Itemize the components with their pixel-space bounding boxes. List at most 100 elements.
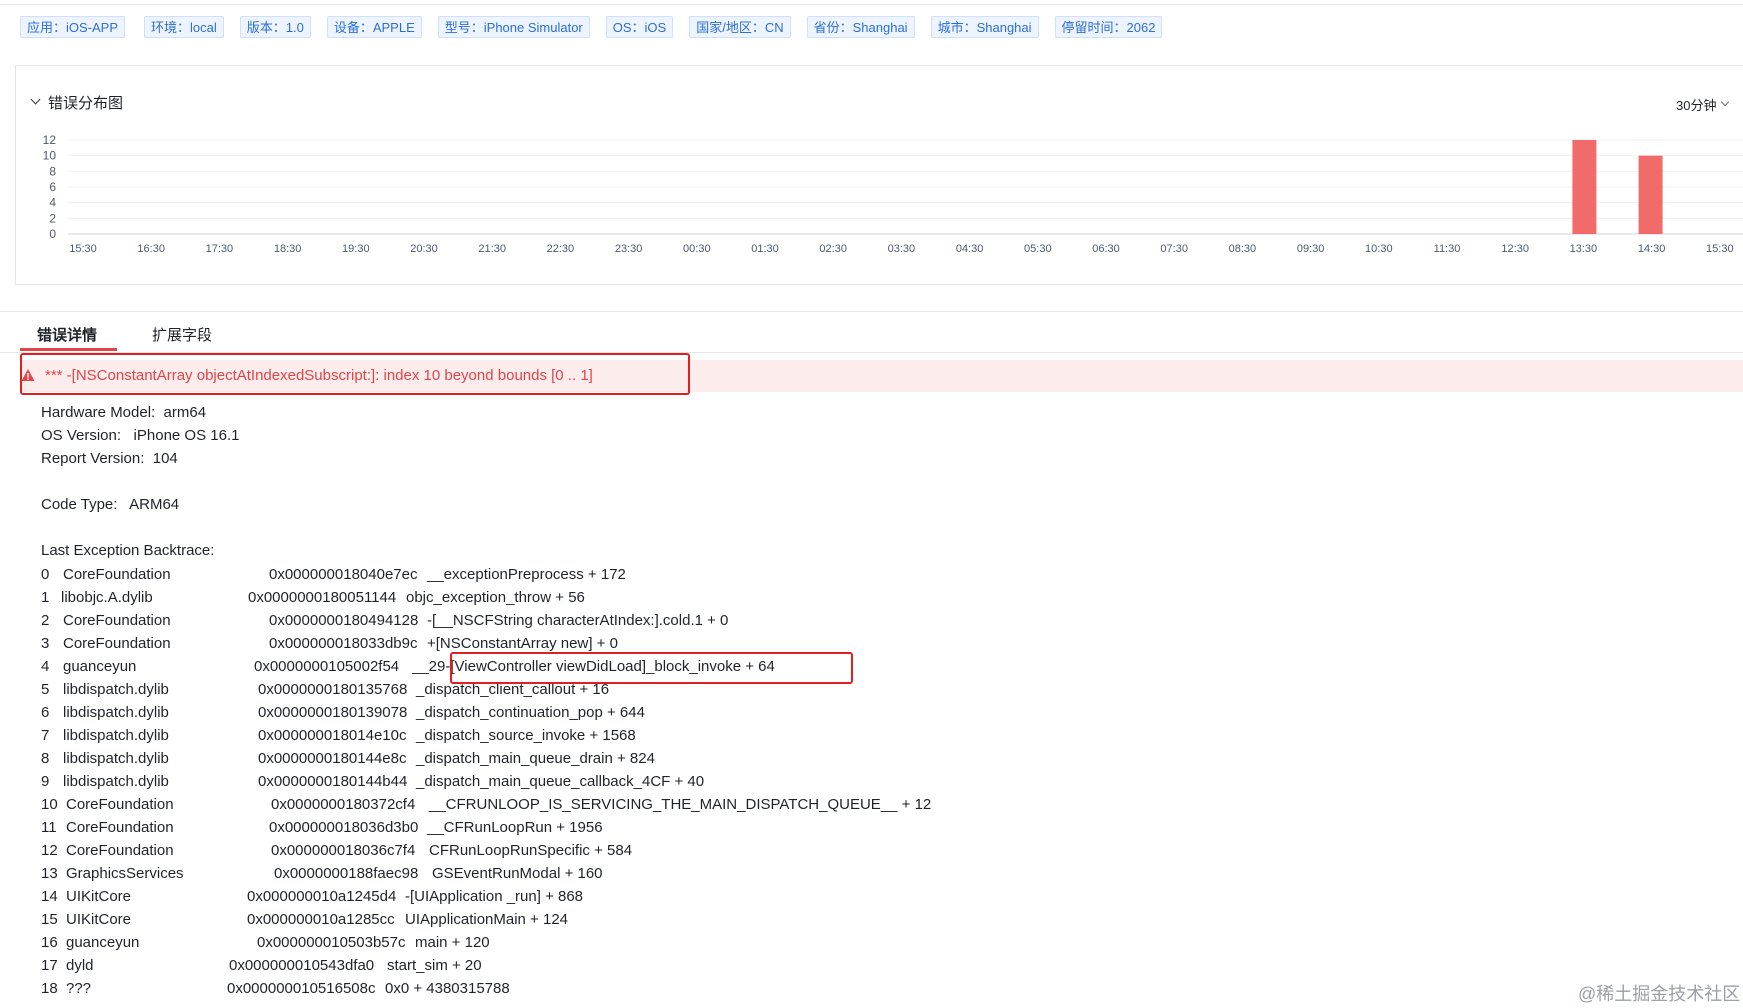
frame-index: 10 xyxy=(41,796,58,813)
x-tick-label: 10:30 xyxy=(1365,243,1393,255)
frame-address: 0x0000000180051144 xyxy=(248,589,397,606)
frame-address: 0x000000018014e10c xyxy=(258,727,407,744)
frame-symbol: -[UIApplication _run] + 868 xyxy=(405,888,584,905)
x-tick-label: 17:30 xyxy=(206,243,234,255)
frame-library: guanceyun xyxy=(66,934,140,951)
x-tick-label: 19:30 xyxy=(342,243,370,255)
frame-address: 0x000000010a1245d4 xyxy=(247,888,397,905)
frame-symbol: start_sim + 20 xyxy=(387,957,482,974)
frame-address: 0x000000010543dfa0 xyxy=(229,957,375,974)
tab-extension-fields[interactable]: 扩展字段 xyxy=(152,324,212,345)
frame-address: 0x000000018033db9c xyxy=(269,635,418,652)
frame-library: CoreFoundation xyxy=(63,566,171,583)
tag-version: 版本：1.0 xyxy=(239,16,311,38)
tab-error-details[interactable]: 错误详情 xyxy=(37,324,97,345)
x-tick-label: 21:30 xyxy=(478,243,506,255)
frame-library: CoreFoundation xyxy=(63,612,171,629)
code-type: Code Type: ARM64 xyxy=(41,496,180,513)
chart-bar[interactable] xyxy=(1572,140,1597,234)
y-tick-label: 10 xyxy=(43,149,57,163)
tag-env: 环境：local xyxy=(144,16,224,38)
frame-symbol: _dispatch_main_queue_callback_4CF + 40 xyxy=(416,773,705,790)
frame-library: libdispatch.dylib xyxy=(63,704,169,721)
tag-os: OS：iOS xyxy=(605,16,674,38)
chart-bar[interactable] xyxy=(1638,155,1663,234)
frame-index: 0 xyxy=(41,566,50,583)
frame-symbol: __CFRunLoopRun + 1956 xyxy=(427,819,603,836)
section-divider xyxy=(0,311,1743,312)
frame-library: libobjc.A.dylib xyxy=(61,589,153,606)
frame-index: 18 xyxy=(41,980,58,997)
tag-model: 型号：iPhone Simulator xyxy=(437,16,590,38)
chevron-down-icon xyxy=(1721,97,1730,106)
x-tick-label: 11:30 xyxy=(1434,243,1461,255)
frame-index: 3 xyxy=(41,635,50,652)
tag-country: 国家/地区：CN xyxy=(689,16,791,38)
x-tick-label: 06:30 xyxy=(1092,243,1120,255)
frame-index: 2 xyxy=(41,612,50,629)
time-range-select[interactable]: 30分钟 xyxy=(1676,95,1737,114)
x-tick-label: 01:30 xyxy=(751,243,779,255)
x-tick-label: 13:30 xyxy=(1570,243,1598,255)
frame-library: dyld xyxy=(66,957,94,974)
chart-title: 错误分布图 xyxy=(48,95,124,112)
frame-index: 9 xyxy=(41,773,50,790)
frame-address: 0x000000010516508c xyxy=(227,980,376,997)
active-tab-indicator xyxy=(20,348,117,351)
x-tick-label: 08:30 xyxy=(1229,243,1257,255)
x-tick-label: 20:30 xyxy=(410,243,438,255)
y-tick-label: 2 xyxy=(49,211,56,225)
frame-address: 0x0000000180135768 xyxy=(258,681,408,698)
frame-index: 13 xyxy=(41,865,58,882)
x-tick-label: 16:30 xyxy=(137,243,165,255)
x-tick-label: 15:30 xyxy=(69,243,97,255)
frame-address: 0x0000000180139078 xyxy=(258,704,408,721)
x-tick-label: 14:30 xyxy=(1638,243,1666,255)
y-tick-label: 0 xyxy=(49,227,56,241)
frame-symbol: _dispatch_main_queue_drain + 824 xyxy=(416,750,655,767)
frame-library: CoreFoundation xyxy=(63,635,171,652)
tag-device: 设备：APPLE xyxy=(326,16,422,38)
frame-symbol: UIApplicationMain + 124 xyxy=(405,911,569,928)
frame-symbol: +[NSConstantArray new] + 0 xyxy=(427,635,618,652)
frame-address: 0x0000000105002f54 xyxy=(254,658,400,675)
x-tick-label: 18:30 xyxy=(274,243,302,255)
os-version: OS Version: iPhone OS 16.1 xyxy=(41,427,240,444)
frame-address: 0x0000000188faec98 xyxy=(274,865,419,882)
frame-address: 0x0000000180144b44 xyxy=(258,773,408,790)
frame-index: 12 xyxy=(41,842,58,859)
x-tick-label: 09:30 xyxy=(1297,243,1325,255)
error-distribution-chart: 0 24 6 810 12 15:30 16:30 17:30 18:30 19:30 20:30 2… xyxy=(43,133,1743,255)
frame-library: libdispatch.dylib xyxy=(63,727,169,744)
frame-index: 7 xyxy=(41,727,50,744)
frame-address: 0x000000010a1285cc xyxy=(247,911,395,928)
frame-address: 0x000000018036c7f4 xyxy=(271,842,416,859)
x-tick-label: 22:30 xyxy=(547,243,575,255)
frame-symbol: GSEventRunModal + 160 xyxy=(432,865,603,882)
frame-library: guanceyun xyxy=(63,658,137,675)
highlight-box-viewdidload xyxy=(450,652,853,684)
x-tick-label: 12:30 xyxy=(1501,243,1529,255)
x-tick-label: 05:30 xyxy=(1024,243,1052,255)
frame-index: 4 xyxy=(41,658,50,675)
frame-library: libdispatch.dylib xyxy=(63,773,169,790)
x-tick-label: 03:30 xyxy=(888,243,916,255)
frame-address: 0x0000000180494128 xyxy=(269,612,419,629)
detail-tabs: 错误详情 扩展字段 xyxy=(0,320,1743,353)
attribute-tags: 应用：iOS-APP 环境：local 版本：1.0 设备：APPLE 型号：i… xyxy=(20,16,1163,38)
watermark: @稀土掘金技术社区 xyxy=(1578,984,1741,1004)
tag-app: 应用：iOS-APP xyxy=(20,16,126,38)
frame-address: 0x000000018036d3b0 xyxy=(269,819,419,836)
x-tick-label: 15:30 xyxy=(1706,243,1734,255)
hardware-model: Hardware Model: arm64 xyxy=(41,404,207,421)
frame-index: 14 xyxy=(41,888,58,905)
chart-section-toggle[interactable]: 错误分布图 xyxy=(30,92,123,113)
backtrace-heading: Last Exception Backtrace: xyxy=(41,542,215,559)
frame-address: 0x000000018040e7ec xyxy=(269,566,418,583)
frame-index: 6 xyxy=(41,704,50,721)
frame-library: CoreFoundation xyxy=(66,842,174,859)
tag-duration: 停留时间：2062 xyxy=(1054,16,1163,38)
frame-symbol: __CFRUNLOOP_IS_SERVICING_THE_MAIN_DISPAT… xyxy=(429,796,932,813)
time-range-label: 30分钟 xyxy=(1676,98,1717,113)
frame-index: 16 xyxy=(41,934,58,951)
